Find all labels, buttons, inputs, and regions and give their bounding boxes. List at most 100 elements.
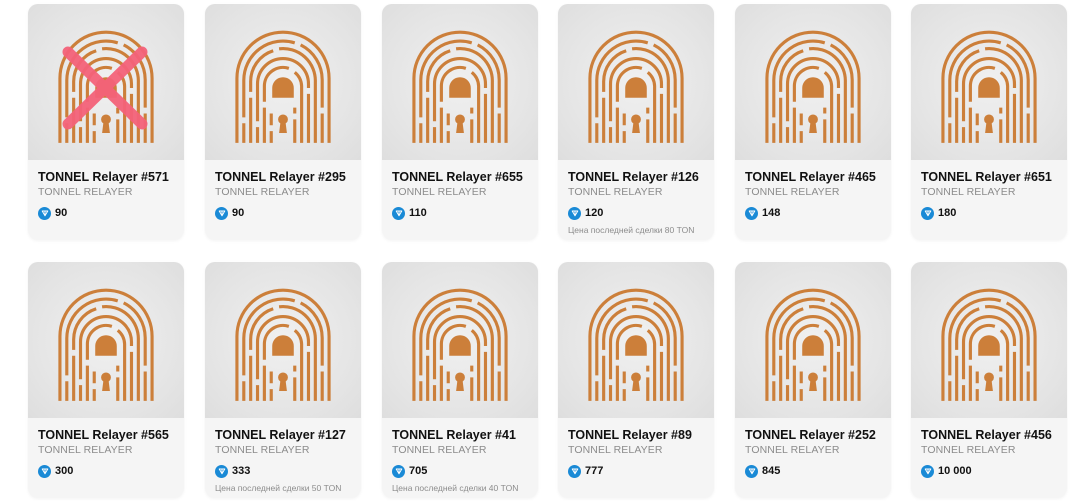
nft-price: 333 bbox=[232, 465, 251, 477]
price-row: 148 bbox=[745, 206, 881, 220]
fingerprint-keyhole-icon bbox=[412, 288, 508, 401]
price-row: 110 bbox=[392, 206, 528, 220]
nft-info: TONNEL Relayer #655 TONNEL RELAYER 110 bbox=[382, 160, 538, 240]
nft-image[interactable] bbox=[558, 262, 714, 418]
nft-collection: TONNEL RELAYER bbox=[215, 444, 310, 456]
price-row: 180 bbox=[921, 206, 1057, 220]
nft-info: TONNEL Relayer #651 TONNEL RELAYER 180 bbox=[911, 160, 1067, 240]
nft-name: TONNEL Relayer #252 bbox=[745, 428, 876, 442]
nft-image[interactable] bbox=[382, 4, 538, 160]
price-row: 120 bbox=[568, 206, 704, 220]
price-row: 845 bbox=[745, 464, 881, 478]
nft-card[interactable]: TONNEL Relayer #41 TONNEL RELAYER 705 Це… bbox=[382, 262, 538, 498]
nft-card[interactable]: TONNEL Relayer #295 TONNEL RELAYER 90 bbox=[205, 4, 361, 240]
nft-collection: TONNEL RELAYER bbox=[568, 186, 663, 198]
ton-diamond-icon bbox=[38, 464, 51, 478]
fingerprint-keyhole-icon bbox=[588, 30, 684, 143]
fingerprint-keyhole-icon bbox=[765, 288, 861, 401]
ton-diamond-icon bbox=[921, 206, 934, 220]
nft-info: TONNEL Relayer #127 TONNEL RELAYER 333 Ц… bbox=[205, 418, 361, 498]
last-sale-price: Цена последней сделки 40 TON bbox=[392, 483, 519, 493]
nft-grid: TONNEL Relayer #571 TONNEL RELAYER 90 TO… bbox=[0, 0, 1090, 501]
nft-info: TONNEL Relayer #456 TONNEL RELAYER 10 00… bbox=[911, 418, 1067, 498]
nft-name: TONNEL Relayer #465 bbox=[745, 170, 876, 184]
nft-collection: TONNEL RELAYER bbox=[392, 186, 487, 198]
nft-price: 120 bbox=[585, 207, 604, 219]
ton-diamond-icon bbox=[745, 464, 758, 478]
nft-image[interactable] bbox=[911, 4, 1067, 160]
nft-info: TONNEL Relayer #465 TONNEL RELAYER 148 bbox=[735, 160, 891, 240]
ton-diamond-icon bbox=[392, 464, 405, 478]
price-row: 90 bbox=[38, 206, 174, 220]
price-row: 333 bbox=[215, 464, 351, 478]
nft-image[interactable] bbox=[205, 262, 361, 418]
nft-name: TONNEL Relayer #295 bbox=[215, 170, 346, 184]
nft-name: TONNEL Relayer #565 bbox=[38, 428, 169, 442]
nft-card[interactable]: TONNEL Relayer #565 TONNEL RELAYER 300 bbox=[28, 262, 184, 498]
nft-image[interactable] bbox=[28, 262, 184, 418]
fingerprint-keyhole-icon bbox=[941, 30, 1037, 143]
ton-diamond-icon bbox=[215, 464, 228, 478]
nft-card[interactable]: TONNEL Relayer #651 TONNEL RELAYER 180 bbox=[911, 4, 1067, 240]
fingerprint-keyhole-icon bbox=[765, 30, 861, 143]
ton-diamond-icon bbox=[215, 206, 228, 220]
nft-card[interactable]: TONNEL Relayer #126 TONNEL RELAYER 120 Ц… bbox=[558, 4, 714, 240]
nft-image[interactable] bbox=[382, 262, 538, 418]
nft-card[interactable]: TONNEL Relayer #127 TONNEL RELAYER 333 Ц… bbox=[205, 262, 361, 498]
nft-price: 300 bbox=[55, 465, 74, 477]
ton-diamond-icon bbox=[568, 464, 581, 478]
fingerprint-keyhole-icon bbox=[941, 288, 1037, 401]
nft-collection: TONNEL RELAYER bbox=[38, 186, 133, 198]
nft-image[interactable] bbox=[735, 4, 891, 160]
ton-diamond-icon bbox=[921, 464, 934, 478]
ton-diamond-icon bbox=[745, 206, 758, 220]
fingerprint-keyhole-icon bbox=[235, 288, 331, 401]
nft-image[interactable] bbox=[735, 262, 891, 418]
nft-info: TONNEL Relayer #126 TONNEL RELAYER 120 Ц… bbox=[558, 160, 714, 240]
nft-collection: TONNEL RELAYER bbox=[568, 444, 663, 456]
nft-price: 180 bbox=[938, 207, 957, 219]
nft-image[interactable] bbox=[911, 262, 1067, 418]
nft-price: 705 bbox=[409, 465, 428, 477]
nft-name: TONNEL Relayer #655 bbox=[392, 170, 523, 184]
fingerprint-keyhole-icon bbox=[412, 30, 508, 143]
nft-name: TONNEL Relayer #456 bbox=[921, 428, 1052, 442]
nft-info: TONNEL Relayer #565 TONNEL RELAYER 300 bbox=[28, 418, 184, 498]
nft-name: TONNEL Relayer #127 bbox=[215, 428, 346, 442]
ton-diamond-icon bbox=[38, 206, 51, 220]
nft-info: TONNEL Relayer #252 TONNEL RELAYER 845 bbox=[735, 418, 891, 498]
nft-card[interactable]: TONNEL Relayer #465 TONNEL RELAYER 148 bbox=[735, 4, 891, 240]
nft-card[interactable]: TONNEL Relayer #89 TONNEL RELAYER 777 bbox=[558, 262, 714, 498]
nft-name: TONNEL Relayer #126 bbox=[568, 170, 699, 184]
nft-info: TONNEL Relayer #41 TONNEL RELAYER 705 Це… bbox=[382, 418, 538, 498]
price-row: 705 bbox=[392, 464, 528, 478]
nft-image[interactable] bbox=[558, 4, 714, 160]
nft-collection: TONNEL RELAYER bbox=[392, 444, 487, 456]
ton-diamond-icon bbox=[392, 206, 405, 220]
nft-collection: TONNEL RELAYER bbox=[921, 444, 1016, 456]
last-sale-price: Цена последней сделки 50 TON bbox=[215, 483, 342, 493]
nft-collection: TONNEL RELAYER bbox=[745, 186, 840, 198]
nft-collection: TONNEL RELAYER bbox=[745, 444, 840, 456]
nft-price: 90 bbox=[55, 207, 68, 219]
nft-card[interactable]: TONNEL Relayer #655 TONNEL RELAYER 110 bbox=[382, 4, 538, 240]
nft-price: 10 000 bbox=[938, 465, 972, 477]
nft-price: 110 bbox=[409, 207, 427, 219]
nft-image[interactable] bbox=[205, 4, 361, 160]
nft-card[interactable]: TONNEL Relayer #252 TONNEL RELAYER 845 bbox=[735, 262, 891, 498]
price-row: 90 bbox=[215, 206, 351, 220]
last-sale-price: Цена последней сделки 80 TON bbox=[568, 225, 695, 235]
nft-info: TONNEL Relayer #295 TONNEL RELAYER 90 bbox=[205, 160, 361, 240]
nft-info: TONNEL Relayer #89 TONNEL RELAYER 777 bbox=[558, 418, 714, 498]
fingerprint-keyhole-icon bbox=[58, 288, 154, 401]
price-row: 300 bbox=[38, 464, 174, 478]
nft-card[interactable]: TONNEL Relayer #456 TONNEL RELAYER 10 00… bbox=[911, 262, 1067, 498]
nft-name: TONNEL Relayer #41 bbox=[392, 428, 516, 442]
cross-mark-icon bbox=[62, 46, 148, 130]
nft-card[interactable]: TONNEL Relayer #571 TONNEL RELAYER 90 bbox=[28, 4, 184, 240]
nft-price: 148 bbox=[762, 207, 781, 219]
nft-image[interactable] bbox=[28, 4, 184, 160]
nft-collection: TONNEL RELAYER bbox=[921, 186, 1016, 198]
nft-collection: TONNEL RELAYER bbox=[38, 444, 133, 456]
fingerprint-keyhole-icon bbox=[588, 288, 684, 401]
